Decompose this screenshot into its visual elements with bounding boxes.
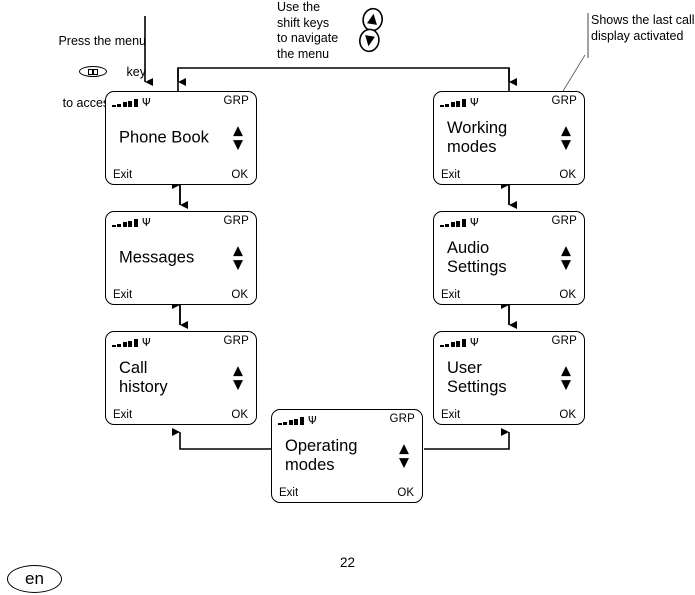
display-status-bar: Ψ GRP <box>112 335 249 348</box>
signal-strength-icon <box>112 97 138 107</box>
menu-navigation-diagram: Press the menu key to access Main Menu U… <box>0 0 695 595</box>
display-softkeys: Exit OK <box>113 289 248 302</box>
annotation-last-call: Shows the last call display activated <box>591 13 695 43</box>
softkey-ok[interactable]: OK <box>231 169 248 182</box>
softkey-exit[interactable]: Exit <box>441 169 460 182</box>
display-softkeys: Exit OK <box>441 409 576 422</box>
softkey-ok[interactable]: OK <box>231 409 248 422</box>
scroll-up-arrow-icon: ▲ <box>399 441 409 457</box>
display-scroll-indicators: ▲ ▼ <box>233 125 243 152</box>
softkey-exit[interactable]: Exit <box>441 289 460 302</box>
signal-strength-icon <box>112 337 138 347</box>
menu-key-icon <box>78 66 109 79</box>
antenna-icon: Ψ <box>308 414 317 427</box>
display-scroll-indicators: ▲ ▼ <box>399 443 409 470</box>
language-badge: en <box>7 565 62 593</box>
scroll-up-arrow-icon: ▲ <box>561 123 571 139</box>
display-working-modes[interactable]: Ψ GRP Working modes ▲ ▼ Exit OK <box>433 91 585 185</box>
display-status-bar: Ψ GRP <box>440 95 577 108</box>
display-title: Working modes <box>447 119 508 156</box>
display-scroll-indicators: ▲ ▼ <box>561 125 571 152</box>
display-call-history[interactable]: Ψ GRP Call history ▲ ▼ Exit OK <box>105 331 257 425</box>
antenna-icon: Ψ <box>470 216 479 229</box>
display-title: Phone Book <box>119 128 209 147</box>
scroll-down-arrow-icon: ▼ <box>233 137 243 153</box>
softkey-ok[interactable]: OK <box>559 289 576 302</box>
scroll-down-arrow-icon: ▼ <box>233 257 243 273</box>
display-title: Operating modes <box>285 437 358 474</box>
antenna-icon: Ψ <box>470 96 479 109</box>
annotation-menu-key-word: key <box>126 64 146 79</box>
signal-strength-icon <box>440 97 466 107</box>
display-softkeys: Exit OK <box>441 169 576 182</box>
signal-strength-icon <box>278 415 304 425</box>
scroll-up-arrow-icon: ▲ <box>561 363 571 379</box>
softkey-exit[interactable]: Exit <box>113 409 132 422</box>
softkey-exit[interactable]: Exit <box>113 169 132 182</box>
display-status-bar: Ψ GRP <box>440 335 577 348</box>
softkey-exit[interactable]: Exit <box>441 409 460 422</box>
softkey-ok[interactable]: OK <box>397 487 414 500</box>
scroll-down-arrow-icon: ▼ <box>233 377 243 393</box>
display-softkeys: Exit OK <box>441 289 576 302</box>
scroll-up-arrow-icon: ▲ <box>233 243 243 259</box>
antenna-icon: Ψ <box>142 216 151 229</box>
antenna-icon: Ψ <box>142 336 151 349</box>
display-status-bar: Ψ GRP <box>112 215 249 228</box>
annotation-menu-key-line2: key <box>14 65 146 81</box>
softkey-exit[interactable]: Exit <box>113 289 132 302</box>
display-title: Audio Settings <box>447 239 507 276</box>
display-softkeys: Exit OK <box>279 487 414 500</box>
display-softkeys: Exit OK <box>113 169 248 182</box>
display-status-bar: Ψ GRP <box>278 413 415 426</box>
scroll-up-arrow-icon: ▲ <box>561 243 571 259</box>
display-title: Call history <box>119 359 168 396</box>
page-number: 22 <box>339 555 356 570</box>
softkey-ok[interactable]: OK <box>559 409 576 422</box>
display-scroll-indicators: ▲ ▼ <box>233 245 243 272</box>
annotation-menu-key-line1: Press the menu <box>58 33 146 48</box>
scroll-up-arrow-icon: ▲ <box>233 123 243 139</box>
display-user-settings[interactable]: Ψ GRP User Settings ▲ ▼ Exit OK <box>433 331 585 425</box>
antenna-icon: Ψ <box>470 336 479 349</box>
display-messages[interactable]: Ψ GRP Messages ▲ ▼ Exit OK <box>105 211 257 305</box>
signal-strength-icon <box>440 217 466 227</box>
display-status-bar: Ψ GRP <box>112 95 249 108</box>
signal-strength-icon <box>112 217 138 227</box>
softkey-ok[interactable]: OK <box>231 289 248 302</box>
display-title: User Settings <box>447 359 507 396</box>
signal-strength-icon <box>440 337 466 347</box>
scroll-up-arrow-icon: ▲ <box>233 363 243 379</box>
scroll-down-arrow-icon: ▼ <box>399 455 409 471</box>
scroll-down-arrow-icon: ▼ <box>561 257 571 273</box>
display-operating-modes[interactable]: Ψ GRP Operating modes ▲ ▼ Exit OK <box>271 409 423 503</box>
display-audio-settings[interactable]: Ψ GRP Audio Settings ▲ ▼ Exit OK <box>433 211 585 305</box>
display-title: Messages <box>119 248 195 267</box>
group-mode-label: GRP <box>223 95 249 107</box>
display-status-bar: Ψ GRP <box>440 215 577 228</box>
antenna-icon: Ψ <box>142 96 151 109</box>
display-softkeys: Exit OK <box>113 409 248 422</box>
softkey-exit[interactable]: Exit <box>279 487 298 500</box>
display-scroll-indicators: ▲ ▼ <box>233 365 243 392</box>
scroll-down-arrow-icon: ▼ <box>561 377 571 393</box>
scroll-down-arrow-icon: ▼ <box>561 137 571 153</box>
group-mode-label: GRP <box>223 215 249 227</box>
shift-keys-icon <box>359 7 383 53</box>
annotation-shift-keys: Use the shift keys to navigate the menu <box>277 0 339 61</box>
group-mode-label: GRP <box>551 335 577 347</box>
group-mode-label: GRP <box>551 95 577 107</box>
display-scroll-indicators: ▲ ▼ <box>561 245 571 272</box>
group-mode-label: GRP <box>551 215 577 227</box>
display-phone-book[interactable]: Ψ GRP Phone Book ▲ ▼ Exit OK <box>105 91 257 185</box>
softkey-ok[interactable]: OK <box>559 169 576 182</box>
group-mode-label: GRP <box>389 413 415 425</box>
group-mode-label: GRP <box>223 335 249 347</box>
display-scroll-indicators: ▲ ▼ <box>561 365 571 392</box>
